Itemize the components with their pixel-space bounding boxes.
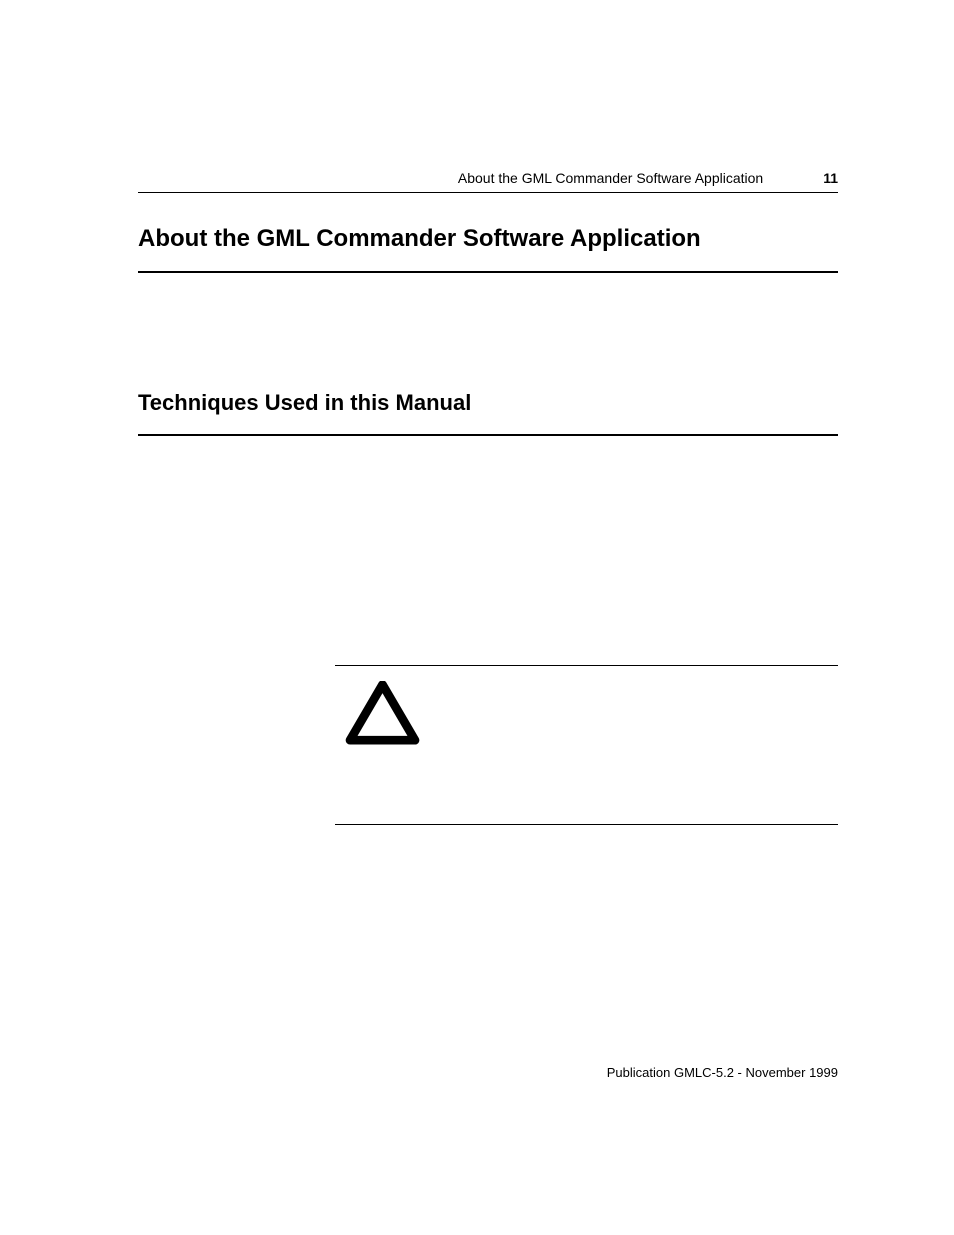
attention-callout xyxy=(335,665,838,825)
attention-triangle-icon xyxy=(345,681,420,751)
publication-footer: Publication GMLC-5.2 - November 1999 xyxy=(607,1065,838,1080)
page-number: 11 xyxy=(823,170,838,186)
page-header: About the GML Commander Software Applica… xyxy=(138,170,838,193)
main-heading: About the GML Commander Software Applica… xyxy=(138,225,838,273)
running-title: About the GML Commander Software Applica… xyxy=(458,170,763,186)
sub-heading: Techniques Used in this Manual xyxy=(138,390,838,436)
